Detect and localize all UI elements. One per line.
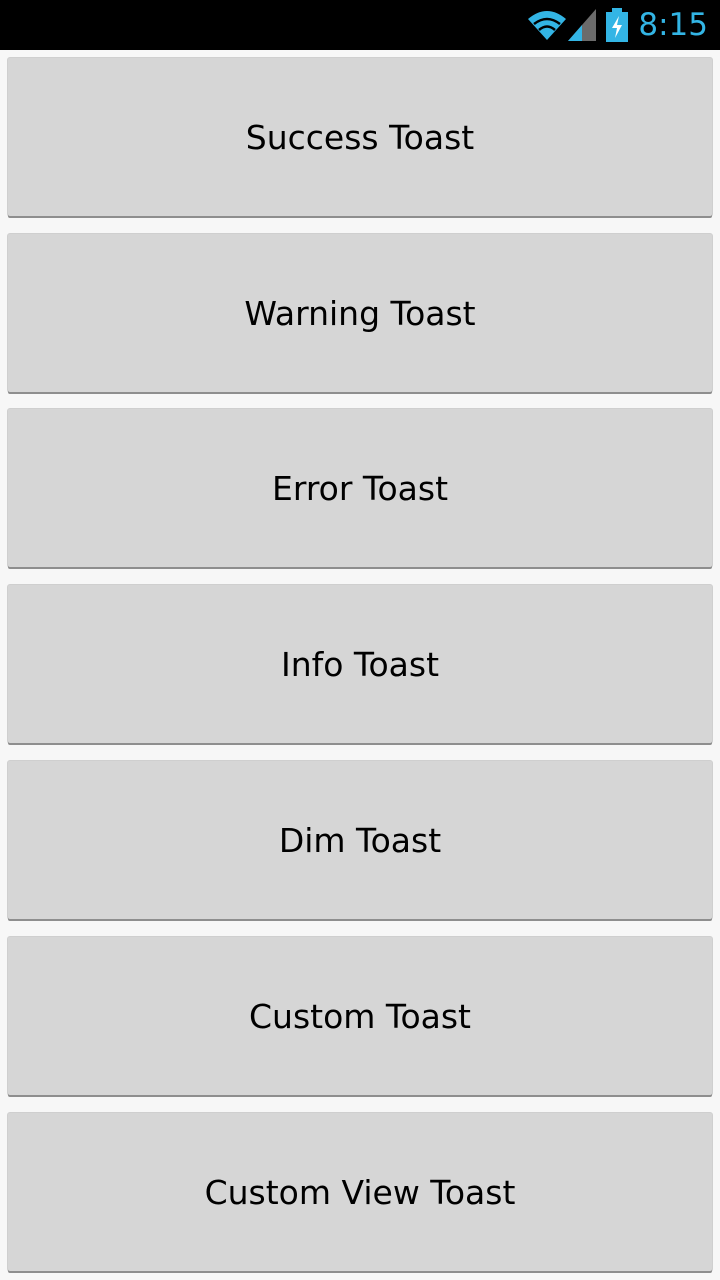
success-toast-button[interactable]: Success Toast: [8, 58, 712, 216]
status-bar: 8:15: [0, 0, 720, 50]
dim-toast-button[interactable]: Dim Toast: [8, 761, 712, 919]
custom-view-toast-button[interactable]: Custom View Toast: [8, 1113, 712, 1271]
cell-signal-icon: [568, 9, 597, 41]
info-toast-button[interactable]: Info Toast: [8, 585, 712, 743]
warning-toast-button[interactable]: Warning Toast: [8, 234, 712, 392]
status-icons: 8:15: [526, 0, 708, 50]
battery-charging-icon: [606, 8, 629, 42]
status-clock: 8:15: [638, 7, 708, 43]
error-toast-button[interactable]: Error Toast: [8, 409, 712, 567]
custom-toast-button[interactable]: Custom Toast: [8, 937, 712, 1095]
wifi-icon: [526, 9, 568, 41]
